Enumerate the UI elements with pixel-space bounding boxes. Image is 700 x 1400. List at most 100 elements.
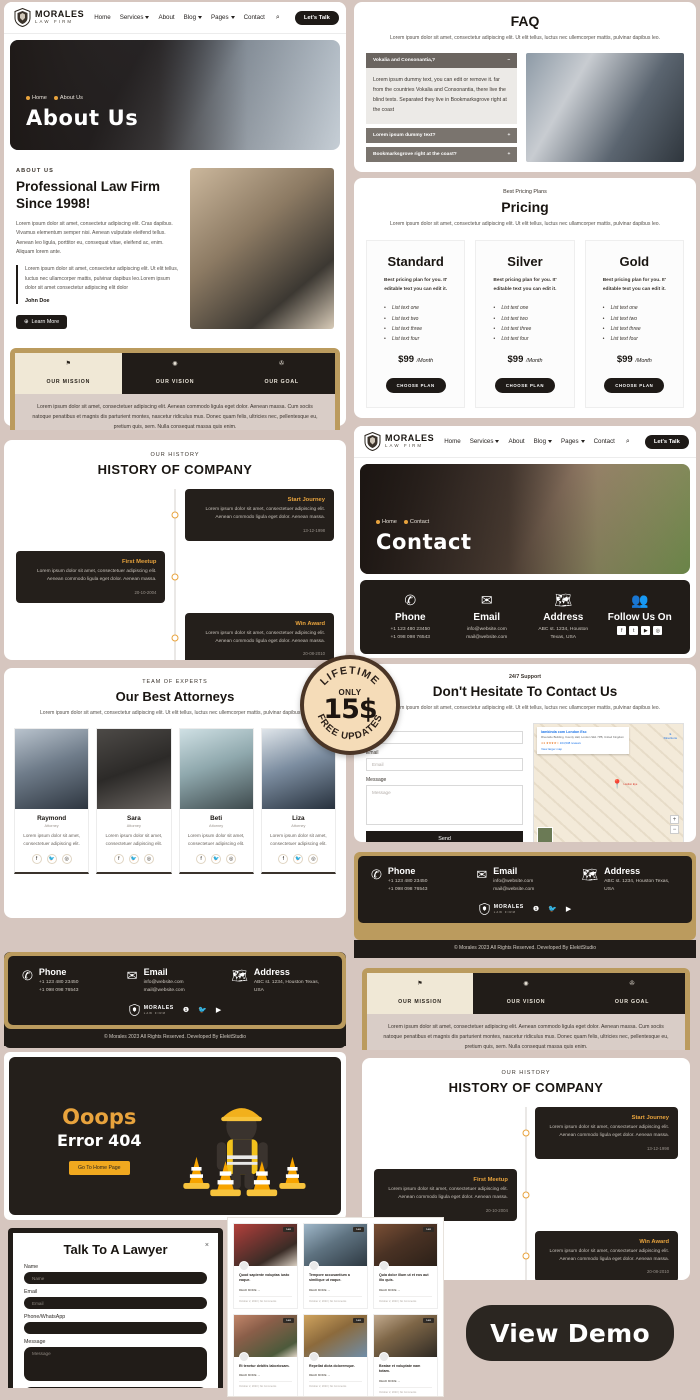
youtube-icon[interactable]: ▶ [641, 626, 651, 635]
twitter-icon[interactable]: t [629, 626, 639, 635]
read-more-link[interactable]: READ MORE → [309, 1288, 362, 1292]
nav-item-services[interactable]: Services [120, 14, 150, 21]
youtube-icon[interactable]: ▶ [566, 905, 571, 913]
nav-item-contact[interactable]: Contact [594, 438, 615, 445]
nav-item-about[interactable]: About [158, 14, 174, 21]
tab-our-vision[interactable]: ◉ OUR VISION [473, 973, 579, 1014]
attorney-card[interactable]: Raymond Attorney Lorem ipsum dolor sit a… [14, 728, 90, 875]
read-more-link[interactable]: READ MORE → [379, 1288, 432, 1292]
tab-our-mission[interactable]: ⚑ OUR MISSION [15, 353, 122, 394]
learn-more-button[interactable]: ⊕ Learn More [16, 314, 68, 329]
facebook-icon[interactable]: ❶ [533, 905, 539, 913]
read-more-link[interactable]: READ MORE → [239, 1288, 292, 1292]
contact-email-input[interactable]: Email [366, 758, 524, 772]
contact-email-line2[interactable]: mail@website.com [449, 634, 526, 642]
email-input[interactable]: Email [24, 1297, 207, 1309]
contact-send-button[interactable]: Send [366, 831, 524, 842]
view-demo-button[interactable]: View Demo [466, 1305, 674, 1361]
attorney-card[interactable]: Beti Attorney Lorem ipsum dolor sit amet… [178, 728, 254, 875]
map-directions-button[interactable]: ➤ Directions [664, 732, 677, 740]
facebook-icon[interactable]: f [31, 854, 42, 865]
nav-item-services[interactable]: Services [470, 438, 500, 445]
close-icon[interactable]: × [205, 1242, 209, 1249]
tab-our-vision[interactable]: ◉ OUR VISION [121, 353, 229, 394]
footer-phone-line2[interactable]: +1 098 098 76543 [39, 987, 79, 995]
breadcrumb-home[interactable]: Home [376, 519, 397, 525]
name-input[interactable]: Name [24, 1272, 207, 1284]
footer-phone-line1[interactable]: +1 123 480 23450 [39, 979, 79, 987]
footer-logo[interactable]: MORALES LAW FIRM [129, 1004, 174, 1017]
nav-item-about[interactable]: About [508, 438, 524, 445]
map-street-view-thumb[interactable] [537, 827, 554, 842]
youtube-icon[interactable]: ▶ [216, 1006, 221, 1014]
map-zoom-out-button[interactable]: − [670, 825, 679, 835]
footer-logo[interactable]: MORALES LAW FIRM [479, 903, 524, 916]
facebook-icon[interactable]: f [278, 854, 289, 865]
attorney-card[interactable]: Sara Attorney Lorem ipsum dolor sit amet… [96, 728, 172, 875]
breadcrumb-home[interactable]: Home [26, 95, 47, 101]
blog-card[interactable]: Law Quia dolor illum ut et eos aut illo … [373, 1223, 438, 1309]
contact-email-line1[interactable]: info@website.com [449, 626, 526, 634]
twitter-icon[interactable]: 🐦 [211, 854, 222, 865]
nav-item-pages[interactable]: Pages [561, 438, 585, 445]
blog-card[interactable]: Law Tempore accusantium a similique ut e… [303, 1223, 368, 1309]
brand-logo[interactable]: MORALES LAW FIRM [14, 8, 84, 27]
read-more-link[interactable]: READ MORE → [239, 1373, 292, 1377]
twitter-icon[interactable]: 🐦 [46, 854, 57, 865]
tab-our-goal[interactable]: ✇ OUR GOAL [228, 353, 336, 394]
choose-plan-button[interactable]: CHOOSE PLAN [385, 378, 446, 394]
contact-phone-line2[interactable]: +1 098 098 76543 [372, 634, 449, 642]
tab-our-mission[interactable]: ⚑ OUR MISSION [367, 973, 473, 1014]
nav-item-contact[interactable]: Contact [244, 14, 265, 21]
lets-talk-button[interactable]: Let's Talk [294, 10, 339, 25]
choose-plan-button[interactable]: CHOOSE PLAN [494, 378, 556, 394]
twitter-icon[interactable]: 🐦 [548, 905, 557, 913]
brand-logo[interactable]: MORALES LAW FIRM [364, 432, 434, 451]
send-button[interactable]: Send [24, 1387, 207, 1388]
nav-item-home[interactable]: Home [94, 14, 111, 21]
contact-phone-line1[interactable]: +1 123 480 23450 [372, 626, 449, 634]
footer-email-line1[interactable]: info@website.com [493, 878, 534, 886]
instagram-icon[interactable]: ◎ [308, 854, 319, 865]
nav-item-blog[interactable]: Blog [184, 14, 203, 21]
facebook-icon[interactable]: f [196, 854, 207, 865]
nav-item-pages[interactable]: Pages [211, 14, 235, 21]
read-more-link[interactable]: READ MORE → [379, 1379, 432, 1383]
blog-card[interactable]: Law Et tenetur debitis laboriosam. READ … [233, 1313, 298, 1396]
footer-email-line2[interactable]: mail@website.com [493, 886, 534, 894]
facebook-icon[interactable]: f [113, 854, 124, 865]
nav-item-blog[interactable]: Blog [534, 438, 553, 445]
faq-question-2[interactable]: Lorem ipsum dummy text? + [366, 127, 518, 143]
twitter-icon[interactable]: 🐦 [198, 1006, 207, 1014]
faq-question-3[interactable]: Bookmarksgrove right at the coast? + [366, 146, 518, 162]
twitter-icon[interactable]: 🐦 [128, 854, 139, 865]
footer-email-line1[interactable]: info@website.com [144, 979, 185, 987]
map-zoom-in-button[interactable]: + [670, 815, 679, 825]
choose-plan-button[interactable]: CHOOSE PLAN [604, 378, 665, 394]
blog-card[interactable]: Law Quod sapiente voluptas iusto eaque. … [233, 1223, 298, 1309]
footer-phone-line1[interactable]: +1 123 480 23450 [388, 878, 428, 886]
search-icon[interactable]: ⌕ [276, 14, 280, 22]
go-home-button[interactable]: Go To Home Page [68, 1161, 130, 1175]
phone-whatsapp-input[interactable] [24, 1322, 207, 1334]
facebook-icon[interactable]: f [617, 626, 627, 635]
instagram-icon[interactable]: ◎ [143, 854, 154, 865]
message-textarea[interactable]: Message [24, 1347, 207, 1381]
map-view-larger-link[interactable]: View larger map [541, 747, 625, 751]
tab-our-goal[interactable]: ✇ OUR GOAL [579, 973, 685, 1014]
contact-message-textarea[interactable]: Message [366, 785, 524, 826]
location-map[interactable]: lamkinda com London Esc Riverside Buildi… [533, 723, 684, 842]
search-icon[interactable]: ⌕ [626, 438, 630, 446]
twitter-icon[interactable]: 🐦 [293, 854, 304, 865]
footer-phone-line2[interactable]: +1 098 098 76543 [388, 886, 428, 894]
instagram-icon[interactable]: ◎ [226, 854, 237, 865]
faq-question-1[interactable]: Vokalia and Consonantia,? − [366, 53, 518, 69]
footer-email-line2[interactable]: mail@website.com [144, 987, 185, 995]
lets-talk-button[interactable]: Let's Talk [644, 434, 689, 449]
instagram-icon[interactable]: ◎ [61, 854, 72, 865]
facebook-icon[interactable]: ❶ [183, 1006, 189, 1014]
read-more-link[interactable]: READ MORE → [309, 1373, 362, 1377]
nav-item-home[interactable]: Home [444, 438, 461, 445]
instagram-icon[interactable]: ◎ [653, 626, 663, 635]
blog-card[interactable]: Law Repellat dicta doloremque. READ MORE… [303, 1313, 368, 1396]
